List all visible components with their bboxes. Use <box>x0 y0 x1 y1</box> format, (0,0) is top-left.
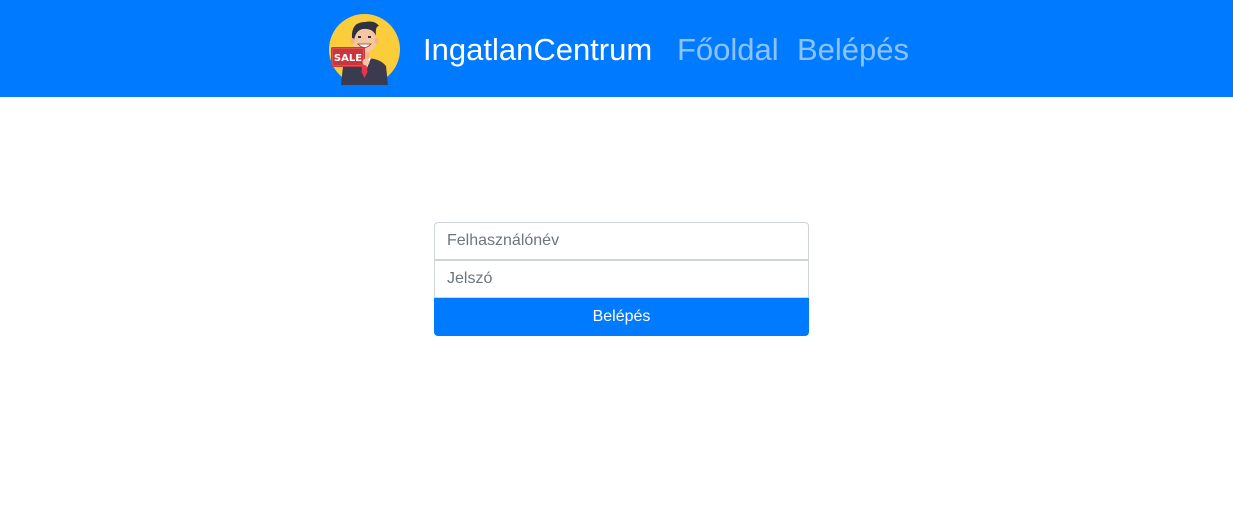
salesman-logo-svg: SALE <box>329 14 400 85</box>
login-form: Belépés <box>434 222 809 336</box>
brand-title[interactable]: IngatlanCentrum <box>423 29 652 71</box>
nav-link-login[interactable]: Belépés <box>797 29 909 71</box>
username-input[interactable] <box>434 222 809 260</box>
salesman-logo-icon[interactable]: SALE <box>329 14 400 85</box>
sale-sign-text: SALE <box>334 53 362 64</box>
top-navbar: SALE IngatlanCentrum Főoldal Belépés <box>0 0 1233 97</box>
password-input[interactable] <box>434 260 809 298</box>
nav-link-home[interactable]: Főoldal <box>677 29 779 71</box>
login-button[interactable]: Belépés <box>434 298 809 336</box>
